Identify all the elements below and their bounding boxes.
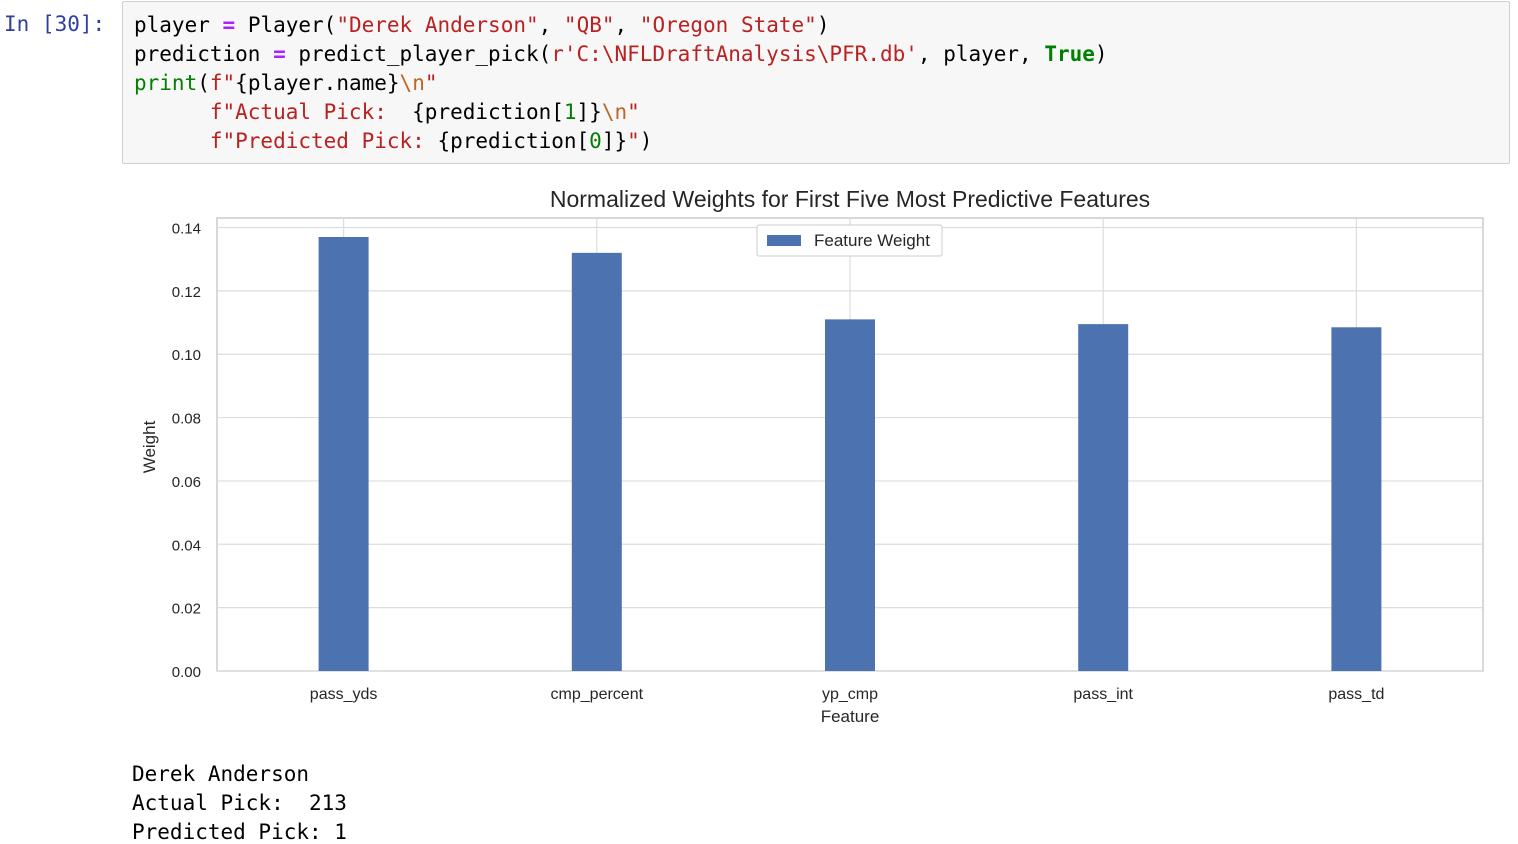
y-tick-labels: 0.00 0.02 0.04 0.06 0.08 0.10 0.12 0.14 — [172, 221, 201, 681]
x-tick-label: cmp_percent — [551, 686, 644, 703]
x-tick-label: yp_cmp — [822, 686, 878, 703]
code-cell-input[interactable]: player = Player("Derek Anderson", "QB", … — [122, 1, 1510, 164]
legend-label: Feature Weight — [814, 231, 930, 250]
legend: Feature Weight — [756, 224, 943, 257]
code-line-5: f"Predicted Pick: {prediction[0]}") — [209, 129, 653, 153]
bar-pass-int — [1078, 324, 1129, 671]
cell-prompt: In [30]: — [4, 12, 106, 36]
y-tick-label: 0.00 — [172, 664, 201, 681]
bar-cmp-percent — [571, 252, 622, 671]
x-tick-label: pass_int — [1073, 686, 1133, 703]
chart-title: Normalized Weights for First Five Most P… — [550, 186, 1150, 212]
output-line-actual: Actual Pick: 213 — [132, 791, 347, 815]
legend-swatch — [767, 235, 801, 246]
bar-pass-td — [1331, 327, 1382, 671]
bar-pass-yds — [318, 237, 369, 671]
y-tick-label: 0.06 — [172, 474, 201, 491]
y-tick-label: 0.14 — [172, 221, 201, 238]
y-tick-label: 0.04 — [172, 537, 201, 554]
code-line-2: prediction = predict_player_pick(r'C:\NF… — [134, 42, 1108, 66]
code-line-1: player = Player("Derek Anderson", "QB", … — [134, 13, 830, 37]
code-line-3: print(f"{player.name}\n" — [134, 71, 438, 95]
x-tick-label: pass_td — [1328, 686, 1384, 703]
bar-chart: 0.00 0.02 0.04 0.06 0.08 0.10 0.12 0.14 pass_yd… — [140, 186, 1484, 726]
output-line-name: Derek Anderson — [132, 762, 310, 786]
y-tick-label: 0.12 — [172, 284, 201, 301]
chart-output: 0.00 0.02 0.04 0.06 0.08 0.10 0.12 0.14 pass_yd… — [130, 176, 1500, 736]
x-tick-labels: pass_yds cmp_percent yp_cmp pass_int pass_td — [310, 686, 1385, 703]
code-editor[interactable]: player = Player("Derek Anderson", "QB", … — [134, 11, 1108, 156]
output-line-predicted: Predicted Pick: 1 — [132, 820, 347, 844]
y-tick-label: 0.10 — [172, 347, 201, 364]
x-axis-label: Feature — [821, 707, 880, 726]
y-axis-label: Weight — [140, 420, 159, 473]
code-line-4: f"Actual Pick: {prediction[1]}\n" — [209, 100, 640, 124]
bar-yp-cmp — [825, 319, 875, 671]
cell-output-text: Derek Anderson Actual Pick: 213 Predicte… — [132, 760, 347, 844]
y-tick-label: 0.08 — [172, 411, 201, 428]
x-tick-label: pass_yds — [310, 686, 378, 703]
y-tick-label: 0.02 — [172, 601, 201, 618]
